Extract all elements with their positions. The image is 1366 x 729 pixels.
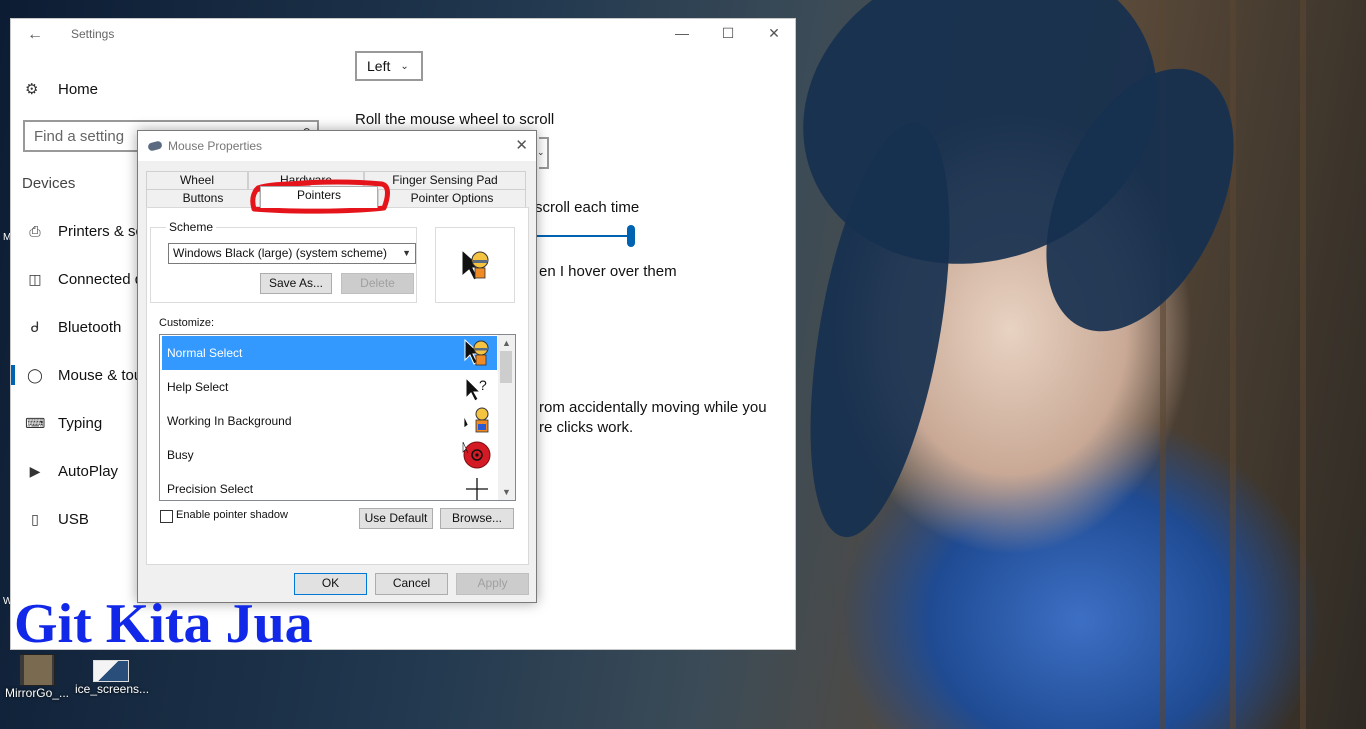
watermark-text: Git Kita Jua (14, 593, 313, 655)
naruto-cursor-icon (461, 248, 489, 281)
list-item-label: Normal Select (167, 346, 243, 360)
desktop-icon-label: MirrorGo_... (4, 686, 69, 700)
bluetooth-icon: ᑯ (30, 318, 40, 335)
home-label: Home (58, 80, 99, 98)
svg-text:?: ? (479, 377, 487, 393)
sidebar-item-mouse[interactable]: ◯ Mouse & touchpad (11, 357, 141, 393)
tab-pointer-options[interactable]: Pointer Options (378, 189, 526, 207)
naruto-cursor-icon (464, 338, 489, 366)
desktop-icon-label: ice_screens... (75, 682, 150, 696)
dropdown-value: Left (367, 58, 391, 74)
list-item-label: Working In Background (167, 414, 292, 428)
sidebar-item-bluetooth[interactable]: ᑯ Bluetooth (11, 309, 141, 345)
sidebar-item-label: Bluetooth (58, 318, 122, 336)
desktop-icon-ice-screens[interactable]: ice_screens... (75, 654, 150, 696)
printer-icon: ⎙ (29, 222, 41, 239)
busy-cursor-icon (462, 441, 491, 469)
list-item-label: Precision Select (167, 482, 254, 496)
sidebar-item-printers[interactable]: ⎙ Printers & scanners (11, 213, 141, 249)
list-item-help-select[interactable]: Help Select ? (162, 370, 497, 404)
image-file-icon (93, 660, 129, 682)
desktop-icon-mirrorgo[interactable]: MirrorGo_... (1, 654, 73, 700)
minimize-button[interactable]: — (667, 25, 697, 45)
hover-label: en I hover over them (539, 263, 677, 280)
settings-titlebar: ← Settings — ☐ ✕ (11, 19, 797, 51)
sidebar-item-typing[interactable]: ⌨ Typing (11, 405, 141, 441)
gear-icon: ⚙ (25, 81, 39, 98)
roll-wheel-label: Roll the mouse wheel to scroll (355, 111, 555, 128)
mouse-icon (147, 140, 163, 152)
sidebar-item-label: AutoPlay (58, 462, 119, 480)
maximize-button[interactable]: ☐ (713, 25, 743, 45)
scheme-value: Windows Black (large) (system scheme) (173, 246, 388, 260)
cancel-button[interactable]: Cancel (375, 573, 448, 595)
customize-label: Customize: (159, 317, 215, 329)
list-item-label: Busy (167, 448, 194, 462)
touchpad-description: rom accidentally moving while you (539, 399, 767, 416)
list-scrollbar[interactable]: ▲ ▼ (498, 335, 515, 500)
help-cursor-icon: ? (465, 376, 487, 402)
connected-devices-icon: ◫ (28, 270, 42, 287)
sidebar-item-label: Printers & scanners (58, 222, 140, 240)
pointer-shadow-checkbox[interactable] (160, 510, 173, 523)
dialog-title: Mouse Properties (168, 139, 263, 153)
home-nav-item[interactable]: ⚙ Home (25, 77, 98, 101)
close-icon[interactable]: ✕ (515, 136, 528, 154)
chevron-down-icon: ⌄ (400, 60, 409, 72)
lines-label: scroll each time (535, 199, 640, 216)
scheme-select[interactable]: Windows Black (large) (system scheme) ▼ (168, 243, 416, 264)
dialog-titlebar: Mouse Properties ✕ (138, 131, 536, 161)
sidebar-item-label: Mouse & touchpad (58, 366, 140, 384)
sidebar-item-label: Connected devices (58, 270, 140, 288)
delete-button[interactable]: Delete (341, 273, 414, 294)
video-file-icon (19, 654, 55, 686)
cursor-preview (435, 227, 515, 303)
browse-button[interactable]: Browse... (440, 508, 514, 529)
scroll-lines-slider-track[interactable] (537, 235, 633, 237)
touchpad-description: re clicks work. (539, 419, 634, 436)
scroll-lines-slider-thumb[interactable] (627, 225, 635, 247)
save-as-button[interactable]: Save As... (260, 273, 332, 294)
list-item-normal-select[interactable]: Normal Select (162, 336, 497, 370)
scroll-up-icon[interactable]: ▲ (498, 335, 515, 351)
tab-wheel[interactable]: Wheel (146, 171, 248, 189)
scroll-thumb[interactable] (500, 351, 512, 383)
cursor-list[interactable]: Normal Select Help Select ? Working In B… (159, 334, 516, 501)
back-arrow-icon[interactable]: ← (27, 26, 43, 44)
keyboard-icon: ⌨ (25, 414, 46, 431)
list-item-label: Help Select (167, 380, 229, 394)
working-cursor-icon (463, 407, 489, 433)
chevron-down-icon: ⌄ (537, 147, 545, 157)
scroll-down-icon[interactable]: ▼ (498, 484, 515, 500)
usb-icon: ▯ (31, 510, 39, 527)
primary-button-dropdown[interactable]: Left ⌄ (355, 51, 423, 81)
scroll-mode-dropdown[interactable]: ⌄ (537, 137, 549, 169)
section-heading: Devices (22, 175, 76, 192)
scheme-group-label: Scheme (166, 220, 217, 234)
active-indicator (11, 365, 15, 385)
mouse-icon: ◯ (27, 366, 43, 383)
sidebar-item-connected-devices[interactable]: ◫ Connected devices (11, 261, 141, 297)
autoplay-icon: ▶ (29, 462, 41, 479)
sidebar-item-label: Typing (58, 414, 103, 432)
tab-pointers[interactable]: Pointers (260, 186, 378, 208)
apply-button[interactable]: Apply (456, 573, 529, 595)
tab-buttons[interactable]: Buttons (146, 189, 260, 207)
close-button[interactable]: ✕ (759, 25, 789, 45)
pointer-shadow-label: Enable pointer shadow (176, 509, 288, 521)
mouse-properties-dialog: Mouse Properties ✕ Wheel Hardware Finger… (137, 130, 537, 603)
chevron-down-icon: ▼ (402, 248, 411, 258)
use-default-button[interactable]: Use Default (359, 508, 433, 529)
window-title: Settings (71, 27, 115, 41)
sidebar-item-usb[interactable]: ▯ USB (11, 501, 141, 537)
list-item-busy[interactable]: Busy (162, 438, 497, 472)
sidebar-item-label: USB (58, 510, 89, 528)
crosshair-cursor-icon (466, 478, 488, 500)
list-item-working-in-background[interactable]: Working In Background (162, 404, 497, 438)
sidebar-item-autoplay[interactable]: ▶ AutoPlay (11, 453, 141, 489)
list-item-precision-select[interactable]: Precision Select (162, 472, 497, 500)
